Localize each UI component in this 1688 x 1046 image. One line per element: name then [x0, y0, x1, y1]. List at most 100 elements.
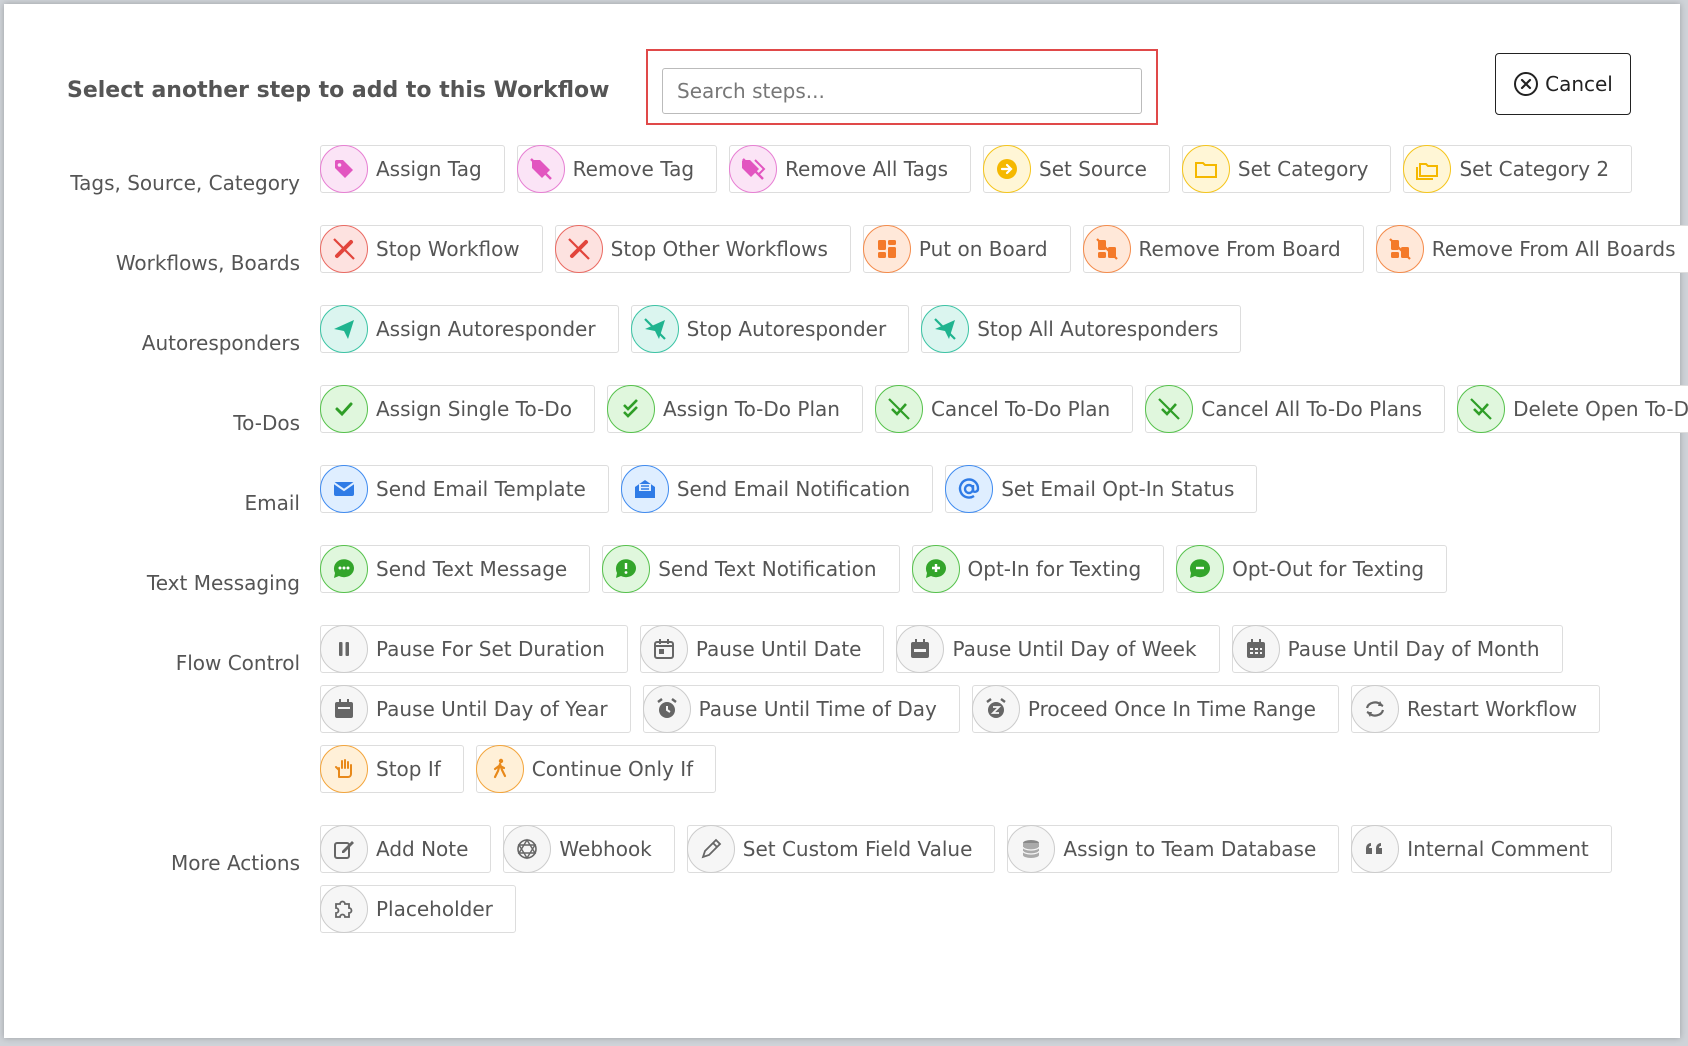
step-label: Opt-In for Texting: [967, 557, 1142, 581]
step-label: Restart Workflow: [1406, 697, 1578, 721]
calendar-day-icon: [639, 625, 688, 673]
step-put-on-board[interactable]: Put on Board: [862, 225, 1071, 273]
step-label: Stop Workflow: [376, 237, 520, 261]
step-assign-tag[interactable]: Assign Tag: [320, 145, 505, 193]
hand-stop-icon: [320, 745, 368, 793]
step-send-text-notification[interactable]: Send Text Notification: [602, 545, 900, 593]
step-pause-until-date[interactable]: Pause Until Date: [639, 625, 885, 673]
step-row: Assign Autoresponder Stop Autoresponder St…: [320, 305, 1242, 353]
step-label: Delete Open To-Dos: [1513, 397, 1688, 421]
step-proceed-once-in-time-range[interactable]: Proceed Once In Time Range: [971, 685, 1339, 733]
pause-icon: [320, 625, 368, 673]
step-stop-all-autoresponders[interactable]: Stop All Autoresponders: [921, 305, 1242, 353]
step-label: Cancel To-Do Plan: [930, 397, 1111, 421]
step-label: Remove From Board: [1138, 237, 1341, 261]
puzzle-icon: [320, 885, 368, 933]
step-label: Assign To-Do Plan: [662, 397, 840, 421]
envelope-open-icon: [620, 465, 669, 513]
step-send-email-notification[interactable]: Send Email Notification: [620, 465, 934, 513]
webhook-icon: [503, 825, 552, 873]
step-remove-from-board[interactable]: Remove From Board: [1082, 225, 1364, 273]
step-label: Opt-Out for Texting: [1232, 557, 1425, 581]
step-set-source[interactable]: Set Source: [983, 145, 1170, 193]
step-stop-other-workflows[interactable]: Stop Other Workflows: [554, 225, 851, 273]
step-remove-tag[interactable]: Remove Tag: [516, 145, 718, 193]
step-set-custom-field-value[interactable]: Set Custom Field Value: [686, 825, 996, 873]
step-pause-until-time-of-day[interactable]: Pause Until Time of Day: [642, 685, 960, 733]
step-label: Send Email Template: [376, 477, 586, 501]
step-label: Assign Autoresponder: [376, 317, 596, 341]
chat-minus-icon: [1176, 545, 1225, 593]
step-opt-out-for-texting[interactable]: Opt-Out for Texting: [1176, 545, 1448, 593]
step-pause-until-day-of-month[interactable]: Pause Until Day of Month: [1231, 625, 1563, 673]
step-stop-if[interactable]: Stop If: [320, 745, 464, 793]
step-set-email-opt-in-status[interactable]: Set Email Opt-In Status: [945, 465, 1258, 513]
step-remove-all-tags[interactable]: Remove All Tags: [729, 145, 972, 193]
step-stop-workflow[interactable]: Stop Workflow: [320, 225, 543, 273]
modal-title: Select another step to add to this Workf…: [67, 78, 610, 103]
paper-plane-icon: [320, 305, 368, 353]
section-label: Workflows, Boards: [115, 251, 300, 275]
step-restart-workflow[interactable]: Restart Workflow: [1350, 685, 1601, 733]
step-label: Set Source: [1039, 157, 1147, 181]
step-row: Send Email Template Send Email Notificati…: [320, 465, 1258, 513]
step-assign-to-team-database[interactable]: Assign to Team Database: [1007, 825, 1340, 873]
search-input[interactable]: [662, 68, 1142, 114]
step-label: Remove Tag: [572, 157, 695, 181]
edit-icon: [320, 825, 368, 873]
step-label: Set Category 2: [1459, 157, 1610, 181]
step-continue-only-if[interactable]: Continue Only If: [475, 745, 717, 793]
step-placeholder[interactable]: Placeholder: [320, 885, 516, 933]
step-webhook[interactable]: Webhook: [503, 825, 675, 873]
step-assign-to-do-plan[interactable]: Assign To-Do Plan: [606, 385, 863, 433]
section-label: Tags, Source, Category: [70, 171, 300, 195]
add-step-modal: Select another step to add to this Workf…: [4, 4, 1688, 1038]
step-send-email-template[interactable]: Send Email Template: [320, 465, 609, 513]
check-slash-icon: [1457, 385, 1506, 433]
step-row: Send Text Message Send Text Notification O…: [320, 545, 1448, 593]
step-label: Set Custom Field Value: [742, 837, 973, 861]
step-set-category[interactable]: Set Category: [1181, 145, 1392, 193]
step-set-category-2[interactable]: Set Category 2: [1403, 145, 1633, 193]
step-row: Stop Workflow Stop Other Workflows Put on …: [320, 225, 1688, 273]
step-cancel-all-to-do-plans[interactable]: Cancel All To-Do Plans: [1145, 385, 1446, 433]
step-label: Pause Until Time of Day: [698, 697, 937, 721]
paper-plane-slash-icon: [630, 305, 679, 353]
step-pause-until-day-of-year[interactable]: Pause Until Day of Year: [320, 685, 631, 733]
section-label: Text Messaging: [146, 571, 300, 595]
at-icon: [945, 465, 994, 513]
step-label: Put on Board: [918, 237, 1048, 261]
step-send-text-message[interactable]: Send Text Message: [320, 545, 591, 593]
step-pause-for-set-duration[interactable]: Pause For Set Duration: [320, 625, 628, 673]
board-icon: [862, 225, 911, 273]
step-assign-single-to-do[interactable]: Assign Single To-Do: [320, 385, 595, 433]
step-label: Proceed Once In Time Range: [1027, 697, 1316, 721]
cancel-button[interactable]: Cancel: [1495, 53, 1631, 115]
step-label: Assign Single To-Do: [376, 397, 572, 421]
walking-icon: [475, 745, 524, 793]
step-label: Stop Other Workflows: [610, 237, 828, 261]
step-delete-open-to-dos[interactable]: Delete Open To-Dos: [1457, 385, 1688, 433]
step-internal-comment[interactable]: Internal Comment: [1351, 825, 1612, 873]
step-label: Continue Only If: [531, 757, 694, 781]
step-label: Stop If: [376, 757, 441, 781]
board-slash-icon: [1082, 225, 1131, 273]
step-cancel-to-do-plan[interactable]: Cancel To-Do Plan: [874, 385, 1134, 433]
step-label: Pause For Set Duration: [376, 637, 605, 661]
step-pause-until-day-of-week[interactable]: Pause Until Day of Week: [896, 625, 1220, 673]
check-slash-icon: [1145, 385, 1194, 433]
step-row: Add Note Webhook Set Custom Field Value Ass…: [320, 825, 1612, 873]
step-label: Pause Until Date: [695, 637, 862, 661]
check-icon: [320, 385, 368, 433]
step-label: Webhook: [559, 837, 652, 861]
step-assign-autoresponder[interactable]: Assign Autoresponder: [320, 305, 619, 353]
step-remove-from-all-boards[interactable]: Remove From All Boards: [1375, 225, 1688, 273]
step-stop-autoresponder[interactable]: Stop Autoresponder: [630, 305, 910, 353]
tag-slash-icon: [516, 145, 565, 193]
step-label: Internal Comment: [1407, 837, 1589, 861]
step-label: Assign to Team Database: [1063, 837, 1317, 861]
step-label: Set Email Opt-In Status: [1001, 477, 1235, 501]
step-opt-in-for-texting[interactable]: Opt-In for Texting: [911, 545, 1165, 593]
step-add-note[interactable]: Add Note: [320, 825, 492, 873]
cancel-label: Cancel: [1545, 72, 1613, 96]
